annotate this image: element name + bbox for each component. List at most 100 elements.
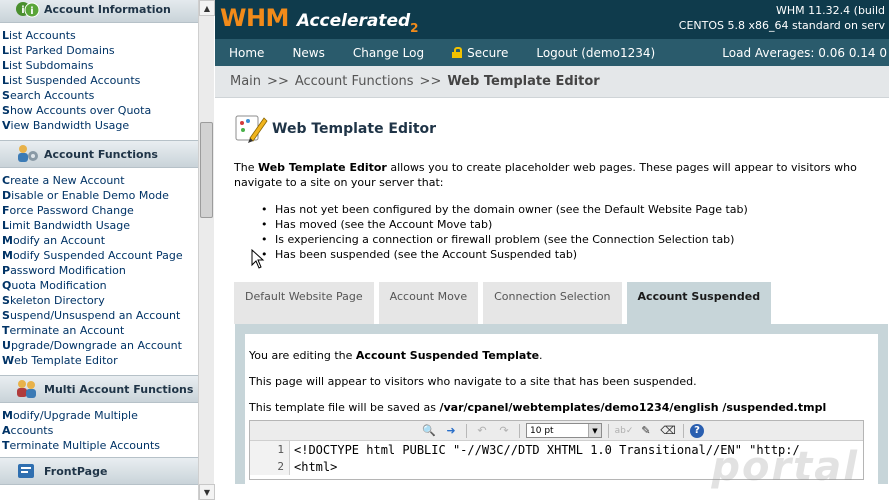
sidebar-link-rest: keleton Directory [9, 294, 105, 307]
sidebar-link[interactable]: Disable or Enable Demo Mode [2, 188, 198, 203]
sidebar-list-account-information: List Accounts List Parked Domains List Sub… [0, 23, 198, 140]
undo-icon[interactable]: ↶ [473, 423, 491, 439]
tab-default-website-page[interactable]: Default Website Page [234, 282, 374, 324]
eraser-icon[interactable]: ⌫ [659, 423, 677, 439]
sidebar-link[interactable]: List Accounts [2, 28, 198, 43]
editing-pre: You are editing the [249, 349, 356, 362]
sidebar-header-account-functions[interactable]: Account Functions [0, 140, 198, 168]
bullet-item: Is experiencing a connection or firewall… [256, 232, 889, 247]
code-editor[interactable]: 🔍 ➜ ↶ ↷ 10 pt ▼ ab✓ ✎ ⌫ ? 1 <!DOCTYPE ht… [249, 420, 864, 480]
sidebar-link[interactable]: Terminate Multiple Accounts [2, 438, 198, 453]
go-to-line-icon[interactable]: ➜ [442, 423, 460, 439]
help-icon[interactable]: ? [690, 423, 704, 438]
nav-changelog-link[interactable]: Change Log [339, 46, 438, 60]
sidebar-link[interactable]: Search Accounts [2, 88, 198, 103]
sidebar-scrollbar[interactable]: ▲ ▼ [198, 0, 215, 500]
editing-notice: You are editing the Account Suspended Te… [249, 348, 878, 363]
bullet-item: Has not yet been configured by the domai… [256, 202, 889, 217]
sidebar-link-rest: eb Template Editor [14, 354, 118, 367]
sidebar-link-initial: T [2, 324, 10, 337]
sidebar-link-initial: P [2, 264, 11, 277]
toolbar-separator [519, 423, 520, 438]
nav-news-link[interactable]: News [278, 46, 338, 60]
nav-home-link[interactable]: Home [215, 46, 278, 60]
sidebar-link[interactable]: Modify Suspended Account Page [2, 248, 198, 263]
sidebar-link-initial: S [2, 89, 10, 102]
nav-secure-label: Secure [467, 45, 509, 60]
multi-users-icon [14, 378, 40, 400]
sidebar-link-initial: L [2, 219, 10, 232]
font-size-value: 10 pt [530, 425, 554, 436]
code-line[interactable]: 1 <!DOCTYPE html PUBLIC "-//W3C//DTD XHT… [250, 441, 863, 458]
web-template-editor-icon [234, 112, 268, 146]
sidebar-link[interactable]: Modify/Upgrade Multiple [2, 408, 198, 423]
server-info: WHM 11.32.4 (build CENTOS 5.8 x86_64 sta… [679, 3, 885, 33]
intro-bullet-list: Has not yet been configured by the domai… [234, 202, 889, 262]
svg-text:i: i [30, 6, 33, 17]
sidebar-link[interactable]: Upgrade/Downgrade an Account [2, 338, 198, 353]
sidebar-link-rest: uspend/Unsuspend an Account [9, 309, 181, 322]
page-title-row: Web Template Editor [234, 108, 889, 150]
svg-text:i: i [21, 5, 24, 16]
editing-post: . [539, 349, 543, 362]
font-size-select[interactable]: 10 pt ▼ [526, 423, 602, 438]
tab-account-suspended[interactable]: Account Suspended [626, 282, 772, 324]
save-path-pre: This template file will be saved as [249, 401, 440, 414]
sidebar-link-rest: ist Parked Domains [9, 44, 115, 57]
sidebar-link[interactable]: List Suspended Accounts [2, 73, 198, 88]
load-averages: Load Averages: 0.06 0.14 0 [722, 46, 887, 60]
sidebar-link-initial: C [2, 174, 11, 187]
sidebar-link[interactable]: Terminate an Account [2, 323, 198, 338]
sidebar-link[interactable]: Web Template Editor [2, 353, 198, 368]
sidebar-link[interactable]: Force Password Change [2, 203, 198, 218]
sidebar-link-initial: S [2, 104, 10, 117]
nav-secure-link[interactable]: Secure [438, 46, 522, 60]
sidebar-link-initial: M [2, 249, 13, 262]
sidebar-link[interactable]: View Bandwidth Usage [2, 118, 198, 133]
sidebar-header-multi-account-functions[interactable]: Multi Account Functions [0, 375, 198, 403]
sidebar-link[interactable]: Password Modification [2, 263, 198, 278]
sidebar-link[interactable]: Modify an Account [2, 233, 198, 248]
line-number: 1 [250, 441, 290, 458]
users-gear-icon [14, 143, 40, 165]
sidebar-list-multi-account-functions: Modify/Upgrade Multiple Accounts Terminate… [0, 403, 198, 460]
tab-panel-account-suspended: You are editing the Account Suspended Te… [235, 324, 888, 484]
highlight-icon[interactable]: ✎ [637, 423, 655, 439]
server-version: WHM 11.32.4 (build [776, 4, 885, 17]
sidebar-link-rest: reate a New Account [10, 174, 125, 187]
sidebar-link[interactable]: List Subdomains [2, 58, 198, 73]
spellcheck-icon[interactable]: ab✓ [615, 423, 634, 439]
sidebar-link[interactable]: Suspend/Unsuspend an Account [2, 308, 198, 323]
nav-logout-link[interactable]: Logout (demo1234) [522, 46, 669, 60]
sidebar-link-initial: F [2, 204, 10, 217]
find-icon[interactable]: 🔍 [420, 423, 438, 439]
sidebar-link[interactable]: Quota Modification [2, 278, 198, 293]
code-line[interactable]: 2 <html> [250, 458, 863, 475]
sidebar-header-account-information[interactable]: ii Account Information [0, 0, 198, 23]
breadcrumb-section-link[interactable]: Account Functions [295, 74, 414, 89]
sidebar-header-frontpage[interactable]: FrontPage [0, 457, 198, 485]
info-icon: ii [14, 0, 40, 20]
sidebar-link[interactable]: List Parked Domains [2, 43, 198, 58]
sidebar-link[interactable]: Limit Bandwidth Usage [2, 218, 198, 233]
scrollbar-thumb[interactable] [200, 122, 213, 218]
sidebar-link[interactable]: Create a New Account [2, 173, 198, 188]
line-code: <html> [294, 459, 338, 474]
sidebar-link[interactable]: Show Accounts over Quota [2, 103, 198, 118]
tab-account-move[interactable]: Account Move [378, 282, 479, 324]
redo-icon[interactable]: ↷ [495, 423, 513, 439]
chevron-down-icon: ▼ [588, 424, 601, 437]
sidebar-link-rest: iew Bandwidth Usage [10, 119, 130, 132]
breadcrumb-separator: >> [419, 74, 442, 89]
breadcrumb: Main >> Account Functions >> Web Templat… [215, 66, 889, 98]
tab-connection-selection[interactable]: Connection Selection [483, 282, 622, 324]
sidebar-link[interactable]: Skeleton Directory [2, 293, 198, 308]
sidebar-link[interactable]: Accounts [2, 423, 198, 438]
breadcrumb-main-link[interactable]: Main [230, 74, 261, 89]
scroll-down-arrow-icon[interactable]: ▼ [199, 484, 215, 500]
page-title: Web Template Editor [272, 121, 437, 137]
logo-version-number: 2 [410, 20, 419, 35]
save-path-notice: This template file will be saved as /var… [249, 400, 878, 415]
scroll-up-arrow-icon[interactable]: ▲ [199, 0, 215, 16]
frontpage-icon [14, 460, 40, 482]
